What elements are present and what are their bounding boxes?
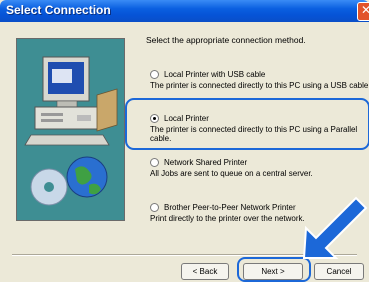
option-peer-to-peer-label: Brother Peer-to-Peer Network Printer xyxy=(164,203,296,212)
radio-usb[interactable] xyxy=(150,70,159,79)
back-button[interactable]: < Back xyxy=(181,263,229,280)
option-network-shared-label: Network Shared Printer xyxy=(164,158,248,167)
radio-network-shared[interactable] xyxy=(150,158,159,167)
radio-peer-to-peer[interactable] xyxy=(150,203,159,212)
option-usb-label: Local Printer with USB cable xyxy=(164,70,266,79)
cancel-button[interactable]: Cancel xyxy=(314,263,364,280)
window-title: Select Connection xyxy=(6,3,111,17)
title-bar: Select Connection ✕ xyxy=(0,0,369,22)
dialog-window: Select Connection ✕ Select the appropria… xyxy=(0,0,369,282)
option-usb[interactable]: Local Printer with USB cable The printer… xyxy=(150,70,369,90)
selection-highlight xyxy=(125,98,369,150)
computer-illustration xyxy=(16,38,125,221)
close-icon[interactable]: ✕ xyxy=(357,2,369,21)
option-usb-description: The printer is connected directly to thi… xyxy=(150,81,369,90)
option-network-shared-description: All Jobs are sent to queue on a central … xyxy=(150,169,313,178)
option-network-shared[interactable]: Network Shared Printer All Jobs are sent… xyxy=(150,158,369,178)
instruction-text: Select the appropriate connection method… xyxy=(146,35,306,45)
pointer-arrow xyxy=(302,196,368,259)
